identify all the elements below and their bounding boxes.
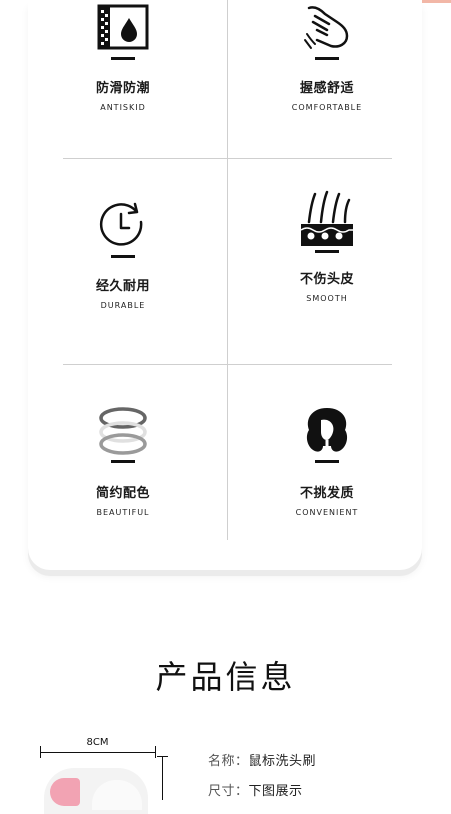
feature-title: 握感舒适	[299, 81, 354, 96]
feature-subtitle: BEAUTIFUL	[96, 508, 150, 517]
section-title: 产品信息	[155, 658, 296, 696]
feature-durable: 经久耐用 DURABLE	[41, 202, 205, 310]
feature-subtitle: COMFORTABLE	[291, 103, 363, 112]
product-name-value: 鼠标洗头刷	[248, 754, 317, 769]
feature-comfortable: 握感舒适 COMFORTABLE	[245, 4, 409, 112]
feature-subtitle: DURABLE	[100, 301, 146, 310]
feature-dash	[111, 57, 135, 60]
feature-dash	[315, 460, 339, 463]
woman-hair-icon	[306, 408, 348, 452]
grid-divider-2	[63, 364, 392, 365]
product-name-row: 名称：鼠标洗头刷	[208, 750, 316, 769]
feature-dash	[315, 250, 339, 253]
feature-smooth: 不伤头皮 SMOOTH	[245, 190, 409, 303]
product-name-key: 名称：	[208, 754, 249, 769]
feature-dash	[315, 57, 339, 60]
feature-title: 简约配色	[95, 486, 150, 501]
dimension-label: 8CM	[86, 737, 109, 748]
color-rings-icon	[99, 407, 147, 455]
top-accent-bar	[421, 0, 451, 3]
product-size-row: 尺寸：下图展示	[208, 780, 303, 799]
feature-dash	[111, 460, 135, 463]
feature-subtitle: CONVENIENT	[295, 508, 359, 517]
product-image	[44, 768, 148, 814]
product-size-value: 下图展示	[248, 784, 303, 799]
hand-touch-icon	[304, 6, 349, 49]
feature-antiskid: 防滑防潮 ANTISKID	[41, 4, 205, 112]
dimension-cap-right	[155, 746, 156, 758]
moisture-drop-icon	[97, 4, 149, 50]
grid-vertical-divider	[227, 0, 228, 540]
clock-icon	[99, 202, 143, 246]
feature-subtitle: ANTISKID	[100, 103, 146, 112]
feature-dash	[111, 255, 135, 258]
feature-title: 不挑发质	[299, 486, 354, 501]
feature-subtitle: SMOOTH	[306, 294, 348, 303]
feature-title: 防滑防潮	[95, 81, 150, 96]
scalp-hair-icon	[300, 190, 353, 246]
feature-title: 不伤头皮	[299, 272, 354, 287]
dimension-line	[40, 752, 155, 753]
dimension-cap-left	[40, 746, 41, 758]
feature-title: 经久耐用	[95, 279, 150, 294]
feature-convenient: 不挑发质 CONVENIENT	[245, 406, 409, 517]
product-size-key: 尺寸：	[208, 784, 249, 799]
grid-divider-1	[63, 158, 392, 159]
product-inner-part	[92, 780, 142, 810]
product-pink-part	[50, 778, 80, 806]
height-dimension-line	[162, 756, 163, 800]
feature-beautiful: 简约配色 BEAUTIFUL	[41, 406, 205, 517]
